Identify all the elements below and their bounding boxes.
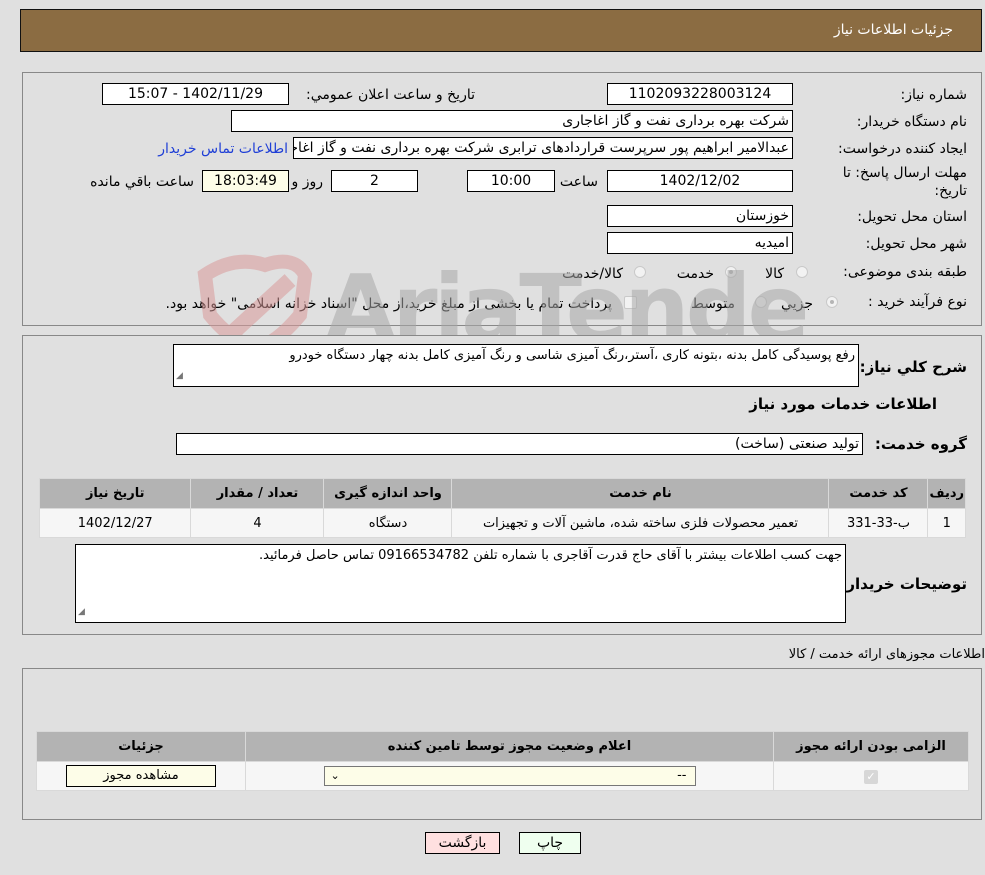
description-text: رفع پوسیدگی کامل بدنه ،بتونه کاری ،آستر،… [289,348,855,363]
services-table: رديف کد خدمت نام خدمت واحد اندازه گيری ت… [38,478,966,538]
col-service-name: نام خدمت [451,478,830,509]
cell-service-code: ب-33-331 [828,508,929,538]
description-textarea[interactable]: رفع پوسیدگی کامل بدنه ،بتونه کاری ،آستر،… [173,344,859,387]
services-table-header: رديف کد خدمت نام خدمت واحد اندازه گيری ت… [38,478,966,509]
remaining-time-label: ساعت باقي مانده [90,174,194,190]
category-radio-service[interactable] [725,266,737,278]
col-need-date: تاريخ نياز [38,478,192,509]
col-row: رديف [927,478,966,509]
cell-need-date: 1402/12/27 [38,508,192,538]
deadline-time-field: 10:00 [467,170,555,192]
buyer-notes-label: توضيحات خريدار: [840,575,967,593]
cell-permit-details: مشاهده مجوز [36,761,246,791]
category-radio-goods-service[interactable] [634,266,646,278]
category-option-goods: کالا [765,266,784,282]
view-permit-button[interactable]: مشاهده مجوز [66,765,216,787]
required-checkbox-checked-icon: ✓ [864,769,878,784]
permits-title: اطلاعات مجوزهای ارائه خدمت / کالا [788,647,985,662]
buyer-notes-text: جهت کسب اطلاعات بیشتر با آقای حاج قدرت آ… [259,548,842,563]
cell-permit-required: ✓ [773,761,969,791]
requester-label: ايجاد کننده درخواست: [838,141,967,157]
table-row: 1 ب-33-331 تعمیر محصولات فلزی ساخته شده،… [38,508,966,538]
purchase-radio-medium[interactable] [755,296,767,308]
province-field: خوزستان [607,205,793,227]
category-option-goods-service: کالا/خدمت [562,266,623,282]
col-permit-details: جزئيات [36,731,246,762]
city-field: امیدیه [607,232,793,254]
deadline-label: مهلت ارسال پاسخ: تا تاريخ: [842,165,967,199]
requester-field: عبدالامیر ابراهیم پور سرپرست قراردادهای … [293,137,793,159]
print-button[interactable]: چاپ [519,832,581,854]
cell-quantity: 4 [190,508,325,538]
category-radio-goods[interactable] [796,266,808,278]
buyer-contact-link[interactable]: اطلاعات تماس خريدار [158,141,288,157]
col-unit: واحد اندازه گيری [323,478,453,509]
page-header: جزئیات اطلاعات نیاز [20,9,982,52]
deadline-date-field: 1402/12/02 [607,170,793,192]
permit-status-value: -- [677,768,687,783]
buyer-notes-textarea[interactable]: جهت کسب اطلاعات بیشتر با آقای حاج قدرت آ… [75,544,846,623]
deadline-time-label: ساعت [559,174,598,190]
table-row: ✓ -- ⌄ مشاهده مجوز [36,761,969,791]
buyer-org-field: شرکت بهره برداری نفت و گاز اغاجاری [231,110,793,132]
col-permit-required: الزامی بودن ارائه مجوز [773,731,969,762]
permit-status-select[interactable]: -- ⌄ [323,766,696,786]
need-number-field: 1102093228003124 [607,83,793,105]
need-number-label: شماره نیاز: [900,87,968,103]
permits-table: الزامی بودن ارائه مجوز اعلام وضعيت مجوز … [36,731,969,791]
service-group-label: گروه خدمت: [874,435,967,453]
resize-grip-icon[interactable]: ◢ [176,367,183,385]
treasury-checkbox[interactable] [624,296,637,309]
resize-grip-icon[interactable]: ◢ [78,603,85,621]
page-title: جزئیات اطلاعات نیاز [833,22,953,38]
col-service-code: کد خدمت [828,478,929,509]
chevron-down-icon: ⌄ [330,769,340,782]
col-quantity: تعداد / مقدار [190,478,325,509]
deadline-days-label: روز و [291,174,324,190]
category-label: طبقه بندی موضوعی: [843,264,967,280]
description-label: شرح کلي نياز: [859,358,967,376]
purchase-radio-minor[interactable] [826,296,838,308]
province-label: استان محل تحويل: [857,209,967,225]
purchase-option-medium: متوسط [691,296,735,312]
category-option-service: خدمت [676,266,714,282]
purchase-option-minor: جزيي [781,296,813,312]
deadline-days-field: 2 [331,170,418,192]
city-label: شهر محل تحويل: [865,236,967,252]
cell-permit-status: -- ⌄ [245,761,774,791]
services-section-title: اطلاعات خدمات مورد نياز [749,395,937,413]
back-button[interactable]: بازگشت [425,832,500,854]
service-group-field: تولید صنعتی (ساخت) [176,433,863,455]
cell-unit: دستگاه [323,508,453,538]
purchase-type-label: نوع فرآيند خريد : [868,294,967,310]
buyer-org-label: نام دستگاه خريدار: [856,114,967,130]
col-permit-status: اعلام وضعيت مجوز توسط تامين کننده [245,731,774,762]
cell-row: 1 [927,508,966,538]
cell-service-name: تعمیر محصولات فلزی ساخته شده، ماشین آلات… [451,508,830,538]
treasury-note: پرداخت تمام يا بخشی از مبلغ خريد،از محل … [165,296,612,312]
announce-datetime-field: 1402/11/29 - 15:07 [102,83,289,105]
permits-table-header: الزامی بودن ارائه مجوز اعلام وضعيت مجوز … [36,731,969,762]
remaining-time-field: 18:03:49 [202,170,289,192]
announce-datetime-label: تاريخ و ساعت اعلان عمومي: [306,87,475,103]
